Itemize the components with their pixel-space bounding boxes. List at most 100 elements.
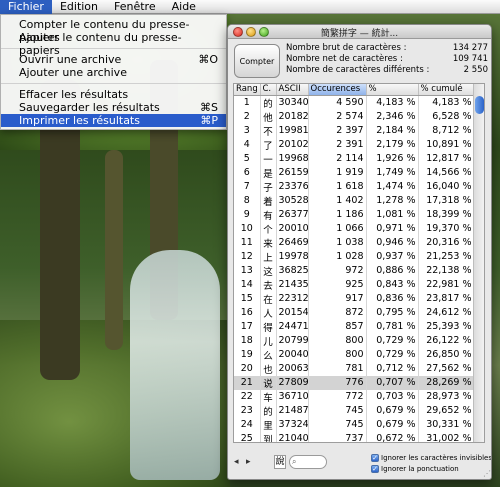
cell-occurrences: 1 919 [308,165,367,180]
cell-cumulative: 22,981 % [418,277,475,292]
checkbox-icon[interactable]: ✓ [371,465,379,473]
checkbox-icon[interactable]: ✓ [371,454,379,462]
option-ignore-punctuation[interactable]: ✓ Ignorer la ponctuation [371,465,459,473]
cell-ascii: 24471 [276,319,309,334]
column-header-char[interactable]: C. [260,84,277,96]
cell-cumulative: 20,316 % [418,235,475,250]
table-row[interactable]: 13 这 36825 972 0,886 % 22,138 % [234,263,475,278]
column-header-ascii[interactable]: ASCII [276,84,309,96]
vertical-scrollbar[interactable] [473,84,484,442]
cell-ascii: 20040 [276,347,309,362]
cell-character: 在 [260,291,277,306]
scrollbar-thumb[interactable] [475,96,484,114]
cell-rank: 20 [234,361,261,376]
cell-rank: 12 [234,249,261,264]
cell-character: 这 [260,263,277,278]
cell-ascii: 20063 [276,361,309,376]
menu-item-add-clipboard[interactable]: Ajouter le contenu du presse-papiers [1,31,226,57]
cell-percent: 0,712 % [366,361,419,376]
table-row[interactable]: 9 有 26377 1 186 1,081 % 18,399 % [234,207,475,222]
menu-fenetre[interactable]: Fenêtre [106,0,164,14]
table-row[interactable]: 22 车 36710 772 0,703 % 28,973 % [234,389,475,404]
stat-row-net: Nombre net de caractères : 109 741 [286,54,488,65]
cell-character: 个 [260,221,277,236]
column-header-cumulative[interactable]: % cumulé [418,84,475,96]
table-row[interactable]: 11 来 26469 1 038 0,946 % 20,316 % [234,235,475,250]
table-row[interactable]: 15 在 22312 917 0,836 % 23,817 % [234,291,475,306]
cell-rank: 7 [234,179,261,194]
stat-row-raw: Nombre brut de caractères : 134 277 [286,43,488,54]
cell-ascii: 21040 [276,431,309,442]
table-row[interactable]: 6 是 26159 1 919 1,749 % 14,566 % [234,165,475,180]
cell-percent: 0,971 % [366,221,419,236]
column-header-percent[interactable]: % [366,84,419,96]
table-row[interactable]: 7 子 23376 1 618 1,474 % 16,040 % [234,179,475,194]
cell-character: 不 [260,123,277,138]
cell-rank: 4 [234,137,261,152]
table-row[interactable]: 3 不 19981 2 397 2,184 % 8,712 % [234,123,475,138]
cell-percent: 1,749 % [366,165,419,180]
table-row[interactable]: 18 儿 20799 800 0,729 % 26,122 % [234,333,475,348]
cell-ascii: 27809 [276,375,309,390]
table-row[interactable]: 4 了 20102 2 391 2,179 % 10,891 % [234,137,475,152]
menu-item-add-archive[interactable]: Ajouter une archive [1,66,226,79]
table-row[interactable]: 19 么 20040 800 0,729 % 26,850 % [234,347,475,362]
cell-ascii: 19968 [276,151,309,166]
cell-rank: 22 [234,389,261,404]
column-header-occurences[interactable]: Occurences [308,84,367,96]
cell-rank: 6 [234,165,261,180]
menu-item-save-results[interactable]: Sauvegarder les résultats ⌘S [1,101,226,114]
cell-rank: 3 [234,123,261,138]
character-field[interactable]: 說 [274,455,286,469]
cell-rank: 17 [234,319,261,334]
menu-aide[interactable]: Aide [164,0,204,14]
table-row[interactable]: 16 人 20154 872 0,795 % 24,612 % [234,305,475,320]
table-row[interactable]: 10 个 20010 1 066 0,971 % 19,370 % [234,221,475,236]
count-button[interactable]: Compter [234,44,280,78]
cell-character: 到 [260,431,277,442]
cell-occurrences: 917 [308,291,367,306]
menu-edition[interactable]: Edition [52,0,106,14]
cell-occurrences: 972 [308,263,367,278]
menu-item-count-clipboard[interactable]: Compter le contenu du presse-papiers [1,18,226,44]
stat-label: Nombre net de caractères : [286,54,403,64]
next-arrow-icon[interactable]: ▸ [246,457,251,467]
menu-item-clear-results[interactable]: Effacer les résultats [1,88,226,101]
cell-occurrences: 1 618 [308,179,367,194]
table-row[interactable]: 5 一 19968 2 114 1,926 % 12,817 % [234,151,475,166]
previous-arrow-icon[interactable]: ◂ [234,457,239,467]
cell-cumulative: 17,318 % [418,193,475,208]
cell-character: 一 [260,151,277,166]
stat-value: 134 277 [452,43,488,53]
cell-ascii: 26159 [276,165,309,180]
cell-ascii: 21435 [276,277,309,292]
menu-fichier[interactable]: Fichier [0,0,52,14]
cell-ascii: 21487 [276,403,309,418]
table-row[interactable]: 12 上 19978 1 028 0,937 % 21,253 % [234,249,475,264]
table-row[interactable]: 20 也 20063 781 0,712 % 27,562 % [234,361,475,376]
table-row[interactable]: 21 说 27809 776 0,707 % 28,269 % [234,375,475,390]
table-row[interactable]: 14 去 21435 925 0,843 % 22,981 % [234,277,475,292]
table-row[interactable]: 17 得 24471 857 0,781 % 25,393 % [234,319,475,334]
cell-occurrences: 800 [308,333,367,348]
table-row[interactable]: 24 里 37324 745 0,679 % 30,331 % [234,417,475,432]
table-row[interactable]: 8 着 30528 1 402 1,278 % 17,318 % [234,193,475,208]
table-row[interactable]: 1 的 30340 4 590 4,183 % 4,183 % [234,95,475,110]
cell-rank: 5 [234,151,261,166]
table-row[interactable]: 23 的 21487 745 0,679 % 29,652 % [234,403,475,418]
table-row[interactable]: 25 到 21040 737 0,672 % 31,002 % [234,431,475,442]
resize-grip-icon[interactable]: ⋰ [483,469,491,478]
cell-occurrences: 745 [308,417,367,432]
window-titlebar[interactable]: 簡繁拼字 — 統計... [228,25,491,39]
option-ignore-invisible[interactable]: ✓ Ignorer les caractères invisibles [371,454,491,462]
menu-item-print-results[interactable]: Imprimer les résultats ⌘P [1,114,226,127]
cell-ascii: 20182 [276,109,309,124]
menu-item-shortcut: ⌘O [198,53,218,66]
column-header-rang[interactable]: Rang [234,84,261,96]
file-menu-dropdown: Compter le contenu du presse-papiers Ajo… [0,14,227,130]
cell-character: 有 [260,207,277,222]
stream-shape [130,250,220,480]
cell-ascii: 23376 [276,179,309,194]
menu-item-open-archive[interactable]: Ouvrir une archive ⌘O [1,53,226,66]
table-row[interactable]: 2 他 20182 2 574 2,346 % 6,528 % [234,109,475,124]
